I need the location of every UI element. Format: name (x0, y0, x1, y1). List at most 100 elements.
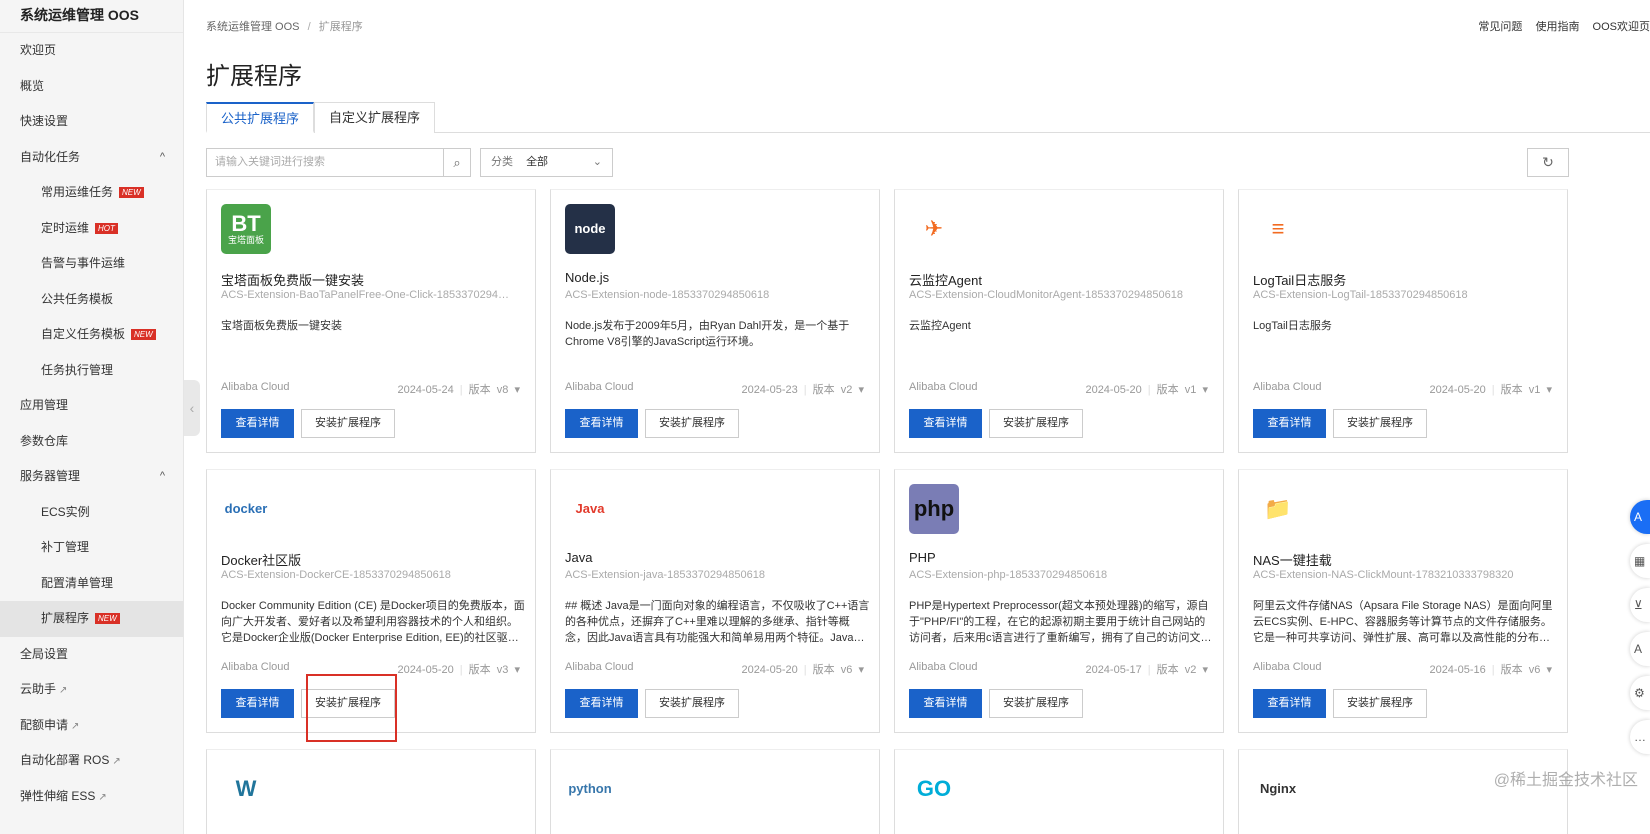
extension-vendor: Alibaba Cloud (1253, 381, 1322, 393)
sidebar-item[interactable]: 配置清单管理 (0, 566, 183, 602)
tab-public-extensions[interactable]: 公共扩展程序 (206, 102, 315, 133)
version-label: 版本 (812, 664, 835, 676)
install-extension-button[interactable]: 安装扩展程序 (645, 409, 739, 438)
extension-logo-icon: docker (221, 484, 271, 534)
watermark: @稀土掘金技术社区 (1493, 772, 1638, 789)
sidebar-item[interactable]: 云助手 ↗ (0, 672, 183, 708)
sidebar-item[interactable]: 定时运维 HOT (0, 211, 183, 247)
sidebar-item[interactable]: 快速设置 (0, 104, 183, 140)
install-extension-button[interactable]: 安装扩展程序 (1333, 409, 1427, 438)
logo-text: 📁 (1264, 495, 1292, 521)
sidebar-item[interactable]: 应用管理 (0, 388, 183, 424)
version-select[interactable]: v8 (497, 384, 509, 396)
view-details-button[interactable]: 查看详情 (909, 409, 982, 438)
extension-meta: 2024-05-20 | 版本 v3 ▾ (397, 664, 520, 676)
caret-down-icon[interactable]: ▾ (858, 664, 864, 676)
sidebar-item-label: 应用管理 (20, 398, 69, 412)
link-welcome[interactable]: OOS欢迎页 (1593, 21, 1650, 33)
sidebar-item[interactable]: ECS实例 (0, 495, 183, 531)
view-details-button[interactable]: 查看详情 (221, 409, 294, 438)
extension-date: 2024-05-16 (1429, 664, 1486, 676)
install-extension-button[interactable]: 安装扩展程序 (1333, 689, 1427, 718)
extension-vendor: Alibaba Cloud (909, 381, 978, 393)
install-extension-button[interactable]: 安装扩展程序 (989, 409, 1083, 438)
sidebar-item[interactable]: 自动化任务 ^ (0, 140, 183, 176)
sidebar-item[interactable]: 配额申请 ↗ (0, 708, 183, 744)
logo-text: BT (231, 210, 261, 236)
install-extension-button[interactable]: 安装扩展程序 (989, 689, 1083, 718)
sidebar-item[interactable]: 参数仓库 (0, 424, 183, 460)
version-select[interactable]: v3 (497, 664, 509, 676)
sidebar-item[interactable]: 弹性伸缩 ESS ↗ (0, 779, 183, 815)
sidebar-item[interactable]: 自动化部署 ROS ↗ (0, 743, 183, 779)
gear-icon[interactable]: ⚙ (1630, 676, 1650, 710)
view-details-button[interactable]: 查看详情 (565, 689, 638, 718)
sidebar-item[interactable]: 全局设置 (0, 637, 183, 673)
sidebar-item[interactable]: 自定义任务模板 NEW (0, 317, 183, 353)
install-extension-button[interactable]: 安装扩展程序 (301, 409, 395, 438)
extension-card: Java Java ACS-Extension-java-185337029485… (550, 469, 880, 733)
page-title: 扩展程序 (206, 63, 302, 90)
caret-down-icon[interactable]: ▾ (1202, 664, 1208, 676)
link-faq[interactable]: 常见问题 (1478, 21, 1522, 33)
logo-text: GO (916, 775, 952, 801)
caret-down-icon[interactable]: ▾ (1546, 664, 1552, 676)
caret-down-icon[interactable]: ▾ (514, 384, 520, 396)
chevron-down-icon: ⌄ (592, 156, 602, 168)
chat-icon[interactable]: … (1630, 720, 1650, 754)
extension-logo-icon: php (909, 484, 959, 534)
view-details-button[interactable]: 查看详情 (221, 689, 294, 718)
extension-logo-icon: BT 宝塔面板 (221, 204, 271, 254)
version-select[interactable]: v2 (841, 384, 853, 396)
caret-down-icon[interactable]: ▾ (514, 664, 520, 676)
link-guide[interactable]: 使用指南 (1535, 21, 1579, 33)
version-select[interactable]: v6 (841, 664, 853, 676)
install-extension-button[interactable]: 安装扩展程序 (645, 689, 739, 718)
sidebar-item[interactable]: 补丁管理 (0, 530, 183, 566)
search-button[interactable]: ⌕ (443, 148, 471, 177)
caret-down-icon[interactable]: ▾ (1202, 384, 1208, 396)
caret-down-icon[interactable]: ▾ (1546, 384, 1552, 396)
extension-id: ACS-Extension-LogTail-1853370294850618 (1253, 289, 1468, 301)
version-select[interactable]: v2 (1185, 664, 1197, 676)
breadcrumb-root[interactable]: 系统运维管理 OOS (206, 21, 300, 33)
sidebar-item[interactable]: 任务执行管理 (0, 353, 183, 389)
sidebar-item[interactable]: 扩展程序 NEW (0, 601, 183, 637)
refresh-button[interactable]: ↻ (1527, 148, 1569, 177)
sidebar-item[interactable]: 告警与事件运维 (0, 246, 183, 282)
chevron-up-icon[interactable]: ^ (160, 459, 165, 494)
chevron-up-icon[interactable]: ^ (160, 140, 165, 175)
version-select[interactable]: v1 (1185, 384, 1197, 396)
view-details-button[interactable]: 查看详情 (1253, 409, 1326, 438)
view-details-button[interactable]: 查看详情 (1253, 689, 1326, 718)
category-select[interactable]: 分类 全部 ⌄ (480, 148, 613, 177)
tab-custom-extensions[interactable]: 自定义扩展程序 (314, 102, 436, 133)
sidebar-collapse-button[interactable]: ‹ (184, 380, 200, 436)
view-details-button[interactable]: 查看详情 (565, 409, 638, 438)
api-icon[interactable]: A (1630, 632, 1650, 666)
view-details-button[interactable]: 查看详情 (909, 689, 982, 718)
sidebar-item[interactable]: 服务器管理 ^ (0, 459, 183, 495)
sidebar: 系统运维管理 OOS 欢迎页 概览 快速设置 自动化任务 ^ 常用运维任务 NEW 定时运维 H… (0, 0, 184, 834)
extension-name: NAS一键挂载 (1253, 553, 1332, 568)
extension-description: 宝塔面板免费版一键安装 (221, 320, 342, 332)
category-label: 分类 (491, 156, 513, 168)
extension-logo-icon: node (565, 204, 615, 254)
highlight-box (306, 674, 397, 742)
caret-down-icon[interactable]: ▾ (858, 384, 864, 396)
version-select[interactable]: v1 (1529, 384, 1541, 396)
extension-id: ACS-Extension-NAS-ClickMount-17832103337… (1253, 569, 1514, 581)
logo-text: Java (575, 500, 605, 516)
version-select[interactable]: v6 (1529, 664, 1541, 676)
extension-date: 2024-05-23 (741, 384, 798, 396)
cart-icon[interactable]: ⊻ (1630, 588, 1650, 622)
sidebar-item[interactable]: 欢迎页 (0, 33, 183, 69)
sidebar-item-label: 定时运维 (41, 220, 90, 235)
assistant-icon[interactable]: A (1630, 500, 1650, 534)
sidebar-item[interactable]: 公共任务模板 (0, 282, 183, 318)
sidebar-item[interactable]: 概览 (0, 69, 183, 105)
search-input[interactable]: 请输入关键词进行搜索 (206, 148, 444, 177)
sidebar-item[interactable]: 常用运维任务 NEW (0, 175, 183, 211)
extension-vendor: Alibaba Cloud (221, 381, 290, 393)
qrcode-icon[interactable]: ▦ (1630, 544, 1650, 578)
